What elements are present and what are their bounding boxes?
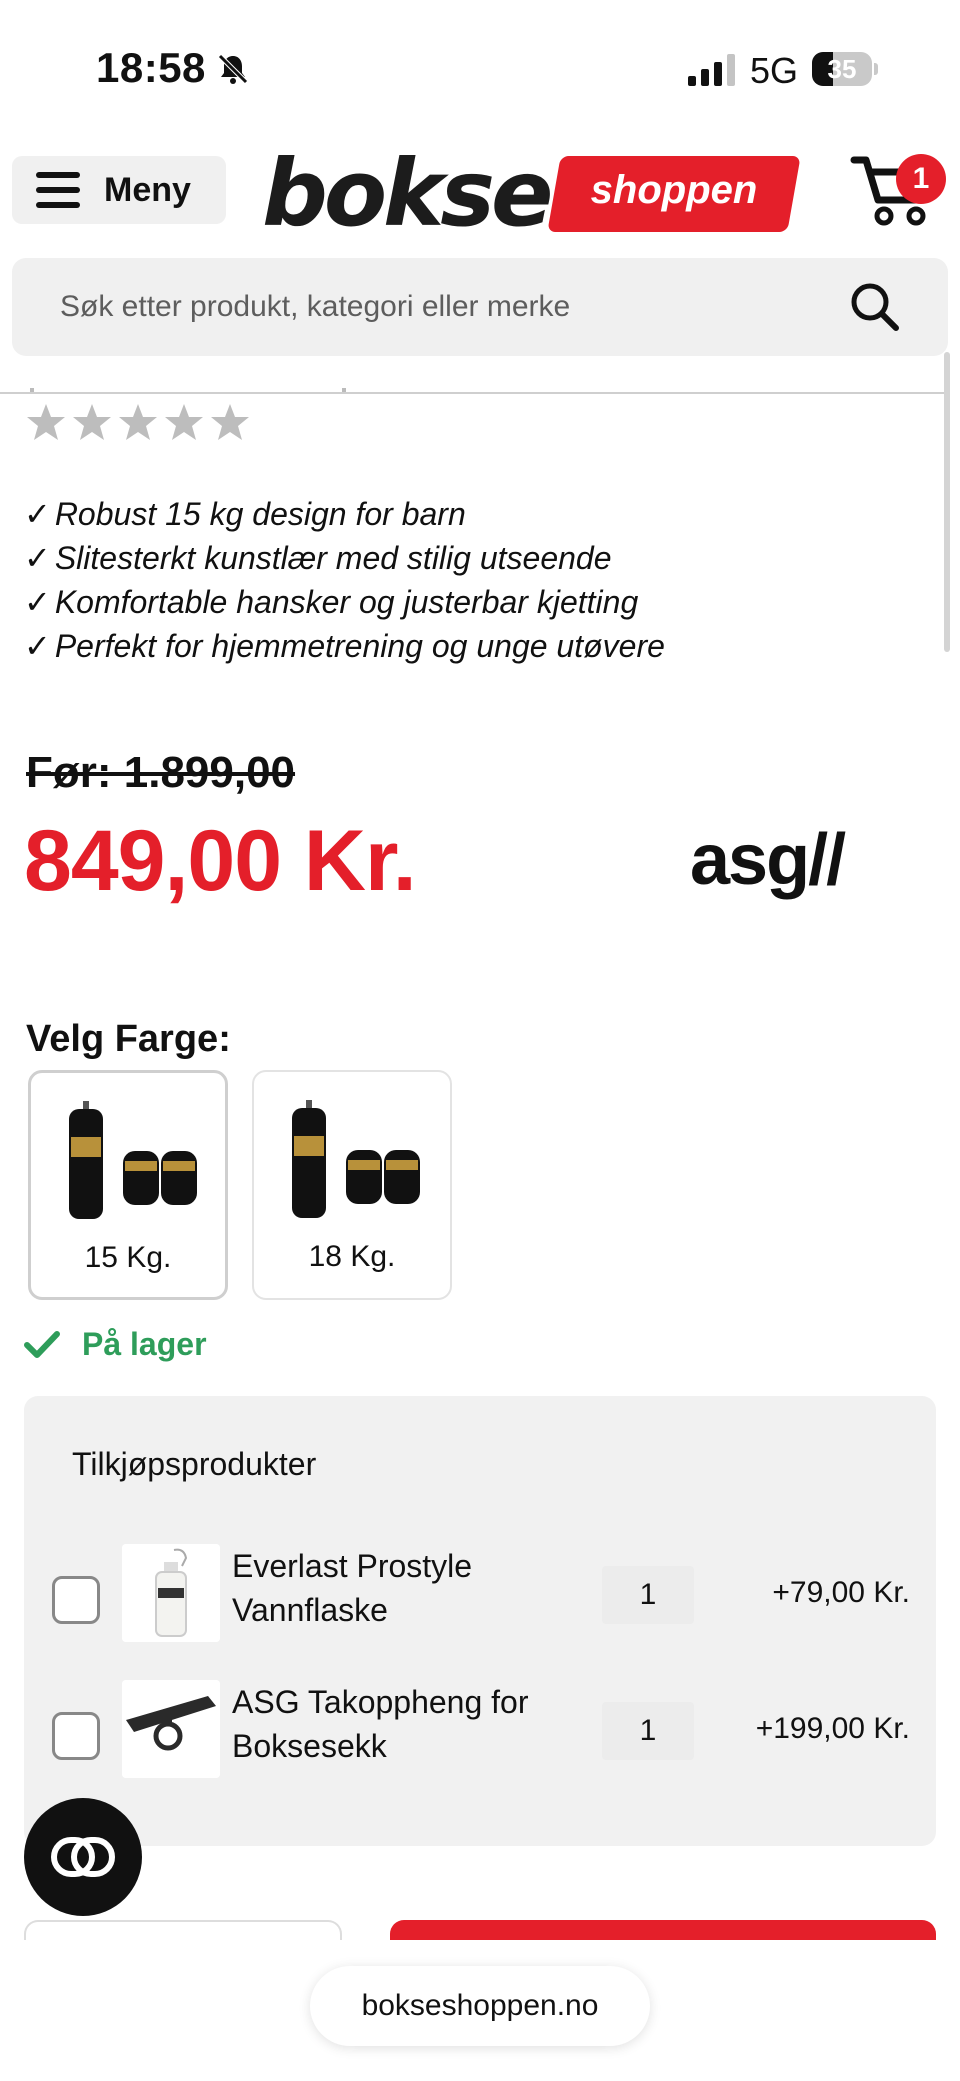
checkmark-icon <box>24 1330 60 1358</box>
feature-list: ✓ Robust 15 kg design for barn ✓ Slitester… <box>24 492 665 668</box>
old-price: Før: 1.899,00 <box>26 748 296 797</box>
status-bar: 18:58 5G 35 <box>0 0 960 140</box>
star-icon <box>73 404 111 440</box>
water-bottle-image <box>122 1544 220 1642</box>
rating-stars[interactable] <box>26 402 250 442</box>
variant-option[interactable]: 18 Kg. <box>252 1070 452 1300</box>
battery-icon: 35 <box>812 52 878 86</box>
variant-label: 15 Kg. <box>84 1241 172 1274</box>
addon-item: ASG Takoppheng for Boksesekk 1 +199,00 K… <box>24 1680 936 1784</box>
star-icon <box>211 404 249 440</box>
addon-products-panel: Tilkjøpsprodukter Everlast Prostyle Vann… <box>24 1396 936 1846</box>
feature-item: ✓ Robust 15 kg design for barn <box>24 496 466 532</box>
addon-name: Everlast Prostyle Vannflaske <box>232 1548 473 1628</box>
search-icon[interactable] <box>848 280 902 334</box>
cellular-signal-icon <box>688 54 735 86</box>
feature-item: ✓ Komfortable hansker og justerbar kjetti… <box>24 584 639 620</box>
chat-button[interactable] <box>24 1798 142 1916</box>
variant-option[interactable]: 15 Kg. <box>28 1070 228 1300</box>
header-divider <box>0 392 944 394</box>
addon-item: Everlast Prostyle Vannflaske 1 +79,00 Kr… <box>24 1544 936 1648</box>
bell-muted-icon <box>218 54 248 84</box>
variant-label: 18 Kg. <box>308 1240 396 1273</box>
star-icon <box>119 404 157 440</box>
hamburger-icon <box>36 172 80 208</box>
addons-title: Tilkjøpsprodukter <box>72 1446 317 1482</box>
addon-quantity[interactable]: 1 <box>602 1702 694 1760</box>
check-icon: ✓ <box>24 540 51 576</box>
addon-name: ASG Takoppheng for Boksesekk <box>232 1684 529 1764</box>
page-scrollbar[interactable] <box>944 352 950 652</box>
check-icon: ✓ <box>24 496 51 532</box>
feature-item: ✓ Perfekt for hjemmetrening og unge utøve… <box>24 628 665 664</box>
addon-quantity[interactable]: 1 <box>602 1566 694 1624</box>
punching-bag-image <box>292 1100 420 1218</box>
ceiling-mount-image <box>122 1680 220 1778</box>
status-time: 18:58 <box>96 44 206 91</box>
star-icon <box>165 404 203 440</box>
check-icon: ✓ <box>24 584 51 620</box>
stock-status: På lager <box>24 1326 207 1363</box>
check-icon: ✓ <box>24 628 51 664</box>
search-input[interactable] <box>12 258 832 356</box>
punching-bag-image <box>69 1101 197 1219</box>
cart-count-badge: 1 <box>896 154 946 204</box>
variant-heading: Velg Farge: <box>26 1018 231 1060</box>
menu-button[interactable]: Meny <box>12 156 226 224</box>
search-bar <box>12 258 948 356</box>
brand-logo[interactable]: asg// <box>690 824 920 902</box>
browser-url[interactable]: bokseshoppen.no <box>310 1966 650 2046</box>
menu-label: Meny <box>104 170 191 209</box>
site-logo[interactable]: bokse shoppen <box>262 140 801 247</box>
battery-level: 35 <box>827 54 857 84</box>
feature-item: ✓ Slitesterkt kunstlær med stilig utseend… <box>24 540 612 576</box>
brand-logo-text: asg// <box>690 824 846 900</box>
network-type: 5G <box>750 50 799 91</box>
addon-price: +199,00 Kr. <box>755 1712 910 1745</box>
logo-tag-text: shoppen <box>590 168 758 212</box>
current-price: 849,00 Kr. <box>24 813 417 909</box>
addon-checkbox[interactable] <box>52 1576 100 1624</box>
star-icon <box>27 404 65 440</box>
addon-price: +79,00 Kr. <box>772 1576 910 1609</box>
addon-checkbox[interactable] <box>52 1712 100 1760</box>
logo-main-text: bokse <box>262 140 553 247</box>
chat-icon <box>51 1837 115 1877</box>
stock-label: På lager <box>82 1326 207 1362</box>
